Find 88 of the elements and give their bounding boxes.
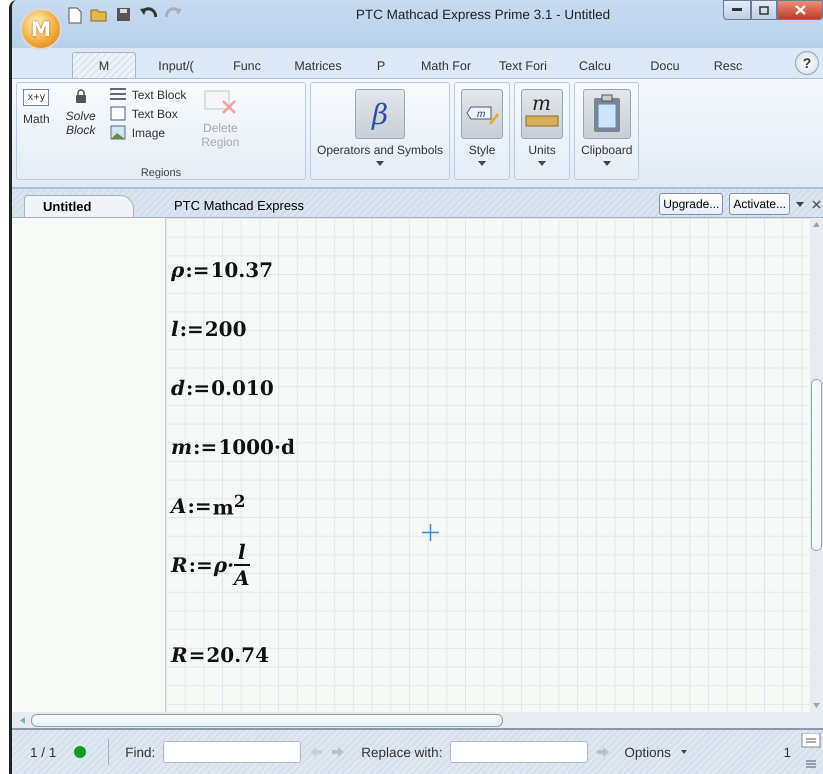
math-icon: x+y	[23, 89, 50, 106]
expression: ρ·	[214, 553, 234, 577]
ribbon-tab[interactable]: Calcu	[558, 52, 632, 78]
zoom-level: 1	[783, 744, 791, 760]
fraction: l A	[234, 540, 250, 590]
close-button[interactable]	[777, 0, 823, 20]
ruler-icon: m	[521, 89, 564, 139]
variable-name: l	[171, 316, 179, 340]
vertical-scrollbar[interactable]	[810, 218, 823, 712]
caret-icon	[602, 161, 611, 166]
license-button[interactable]: Upgrade...	[659, 193, 724, 215]
ribbon-tab[interactable]: Input/(	[136, 52, 216, 78]
save-icon[interactable]	[116, 6, 131, 22]
expression: 0.010	[211, 376, 274, 400]
region-button[interactable]: Text Block	[110, 85, 186, 104]
ribbon-tab[interactable]: M	[72, 52, 136, 78]
variable-name: R	[171, 643, 188, 667]
solve-block-button[interactable]: Solve Block	[58, 85, 104, 163]
assign-operator: :=	[185, 258, 210, 282]
find-field[interactable]	[163, 741, 302, 763]
expression: 10.37	[210, 258, 274, 282]
assign-operator: :=	[188, 494, 212, 518]
next-arrow-icon[interactable]	[331, 746, 346, 758]
assign-operator: :=	[188, 553, 213, 577]
replace-label: Replace with:	[361, 744, 442, 760]
close-icon[interactable]	[812, 200, 821, 209]
region-icon	[110, 87, 126, 102]
maximize-icon	[759, 6, 769, 14]
variable-name: ρ	[171, 258, 184, 282]
open-folder-icon[interactable]	[90, 6, 108, 22]
ribbon-tab[interactable]: P	[358, 52, 404, 78]
region-icon	[110, 106, 126, 121]
group-title: Regions	[140, 167, 182, 179]
caret-icon	[538, 161, 546, 166]
assign-operator: =	[188, 643, 206, 667]
variable-name: d	[171, 376, 185, 400]
redo-icon[interactable]	[165, 6, 183, 18]
scroll-left-icon[interactable]	[20, 716, 25, 724]
assign-operator: :=	[193, 434, 218, 458]
caret-icon	[376, 161, 384, 166]
document-caption: PTC Mathcad Express	[174, 198, 306, 213]
caret-icon	[478, 161, 486, 166]
variable-name: A	[171, 494, 187, 518]
expression: m$^{2}$	[212, 491, 246, 520]
expression: 200	[204, 316, 246, 340]
find-label: Find:	[125, 744, 156, 760]
minimize-button[interactable]	[723, 0, 751, 20]
ribbon-tab[interactable]: Docu	[632, 52, 698, 78]
ribbon-tab[interactable]: Func	[216, 52, 278, 78]
close-icon	[794, 5, 806, 15]
ribbon-tab[interactable]: Resc	[698, 52, 758, 78]
scroll-up-icon[interactable]	[813, 222, 820, 227]
tag-pencil-icon: m	[461, 89, 504, 139]
undo-icon[interactable]	[139, 6, 157, 18]
lock-icon	[74, 89, 87, 103]
document-tab[interactable]: Untitled	[24, 195, 134, 217]
variable-name: m	[171, 434, 192, 458]
variable-name: R	[171, 553, 188, 577]
caret-icon[interactable]	[796, 202, 804, 207]
assign-operator: :=	[186, 376, 210, 400]
license-button[interactable]: Activate...	[729, 193, 790, 215]
expression: 1000·d	[218, 434, 295, 458]
region-button[interactable]: Image	[110, 123, 186, 142]
replace-arrow-icon[interactable]	[596, 746, 610, 758]
assign-operator: :=	[180, 316, 204, 340]
ribbon-tab[interactable]: Matrices	[278, 52, 358, 78]
region-button[interactable]: Text Box	[110, 104, 186, 123]
delete-region-icon	[203, 89, 238, 115]
crosshair-cursor-icon	[422, 524, 439, 541]
caret-icon	[680, 750, 687, 754]
page-indicator: 1 / 1	[30, 744, 56, 760]
region-icon	[110, 125, 126, 140]
math-button[interactable]: x+y Math	[21, 85, 52, 163]
beta-icon: β	[355, 89, 406, 139]
previous-arrow-icon[interactable]	[309, 746, 324, 758]
minimize-icon	[732, 8, 742, 12]
window-title: PTC Mathcad Express Prime 3.1 - Untitled	[354, 6, 612, 22]
ribbon-tab[interactable]: Text Fori	[488, 52, 558, 78]
maximize-button[interactable]	[751, 0, 777, 20]
scroll-down-icon[interactable]	[813, 703, 820, 708]
replace-field[interactable]	[450, 741, 588, 763]
options-button[interactable]: Options	[618, 744, 693, 760]
clipboard-icon	[582, 89, 631, 139]
result-value: 20.74	[206, 643, 270, 667]
new-document-icon[interactable]	[68, 6, 82, 24]
help-button[interactable]: ?	[795, 51, 819, 75]
horizontal-scrollbar[interactable]	[12, 712, 823, 728]
ribbon-tab[interactable]: Math For	[404, 52, 488, 78]
